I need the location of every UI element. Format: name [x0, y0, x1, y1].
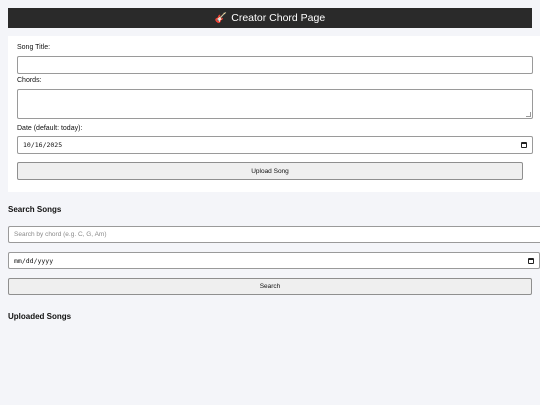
page-title: Creator Chord Page [231, 12, 326, 24]
search-button[interactable]: Search [8, 278, 532, 295]
date-placeholder: mm/dd/yyyy [14, 256, 54, 265]
guitar-icon: 🎸 [214, 12, 228, 24]
search-date-input[interactable]: mm/dd/yyyy [8, 252, 540, 269]
upload-song-button[interactable]: Upload Song [17, 162, 523, 180]
calendar-icon[interactable] [528, 257, 534, 264]
chords-textarea[interactable] [17, 89, 533, 119]
calendar-icon[interactable] [521, 142, 527, 148]
page-header: 🎸 Creator Chord Page [8, 8, 532, 28]
resize-grip-icon[interactable] [526, 112, 531, 117]
song-title-label: Song Title: [17, 44, 51, 51]
upload-form-card: Song Title: Chords: Date (default: today… [8, 36, 540, 192]
uploaded-songs-heading: Uploaded Songs [8, 312, 72, 321]
date-value: 10/16/2025 [23, 141, 63, 149]
date-label: Date (default: today): [17, 125, 83, 132]
date-input[interactable]: 10/16/2025 [17, 136, 533, 154]
search-songs-heading: Search Songs [8, 205, 62, 214]
chords-textarea-wrapper [17, 89, 533, 119]
chords-label: Chords: [17, 77, 42, 84]
song-title-input[interactable] [17, 56, 533, 74]
chord-search-input[interactable] [8, 226, 540, 243]
